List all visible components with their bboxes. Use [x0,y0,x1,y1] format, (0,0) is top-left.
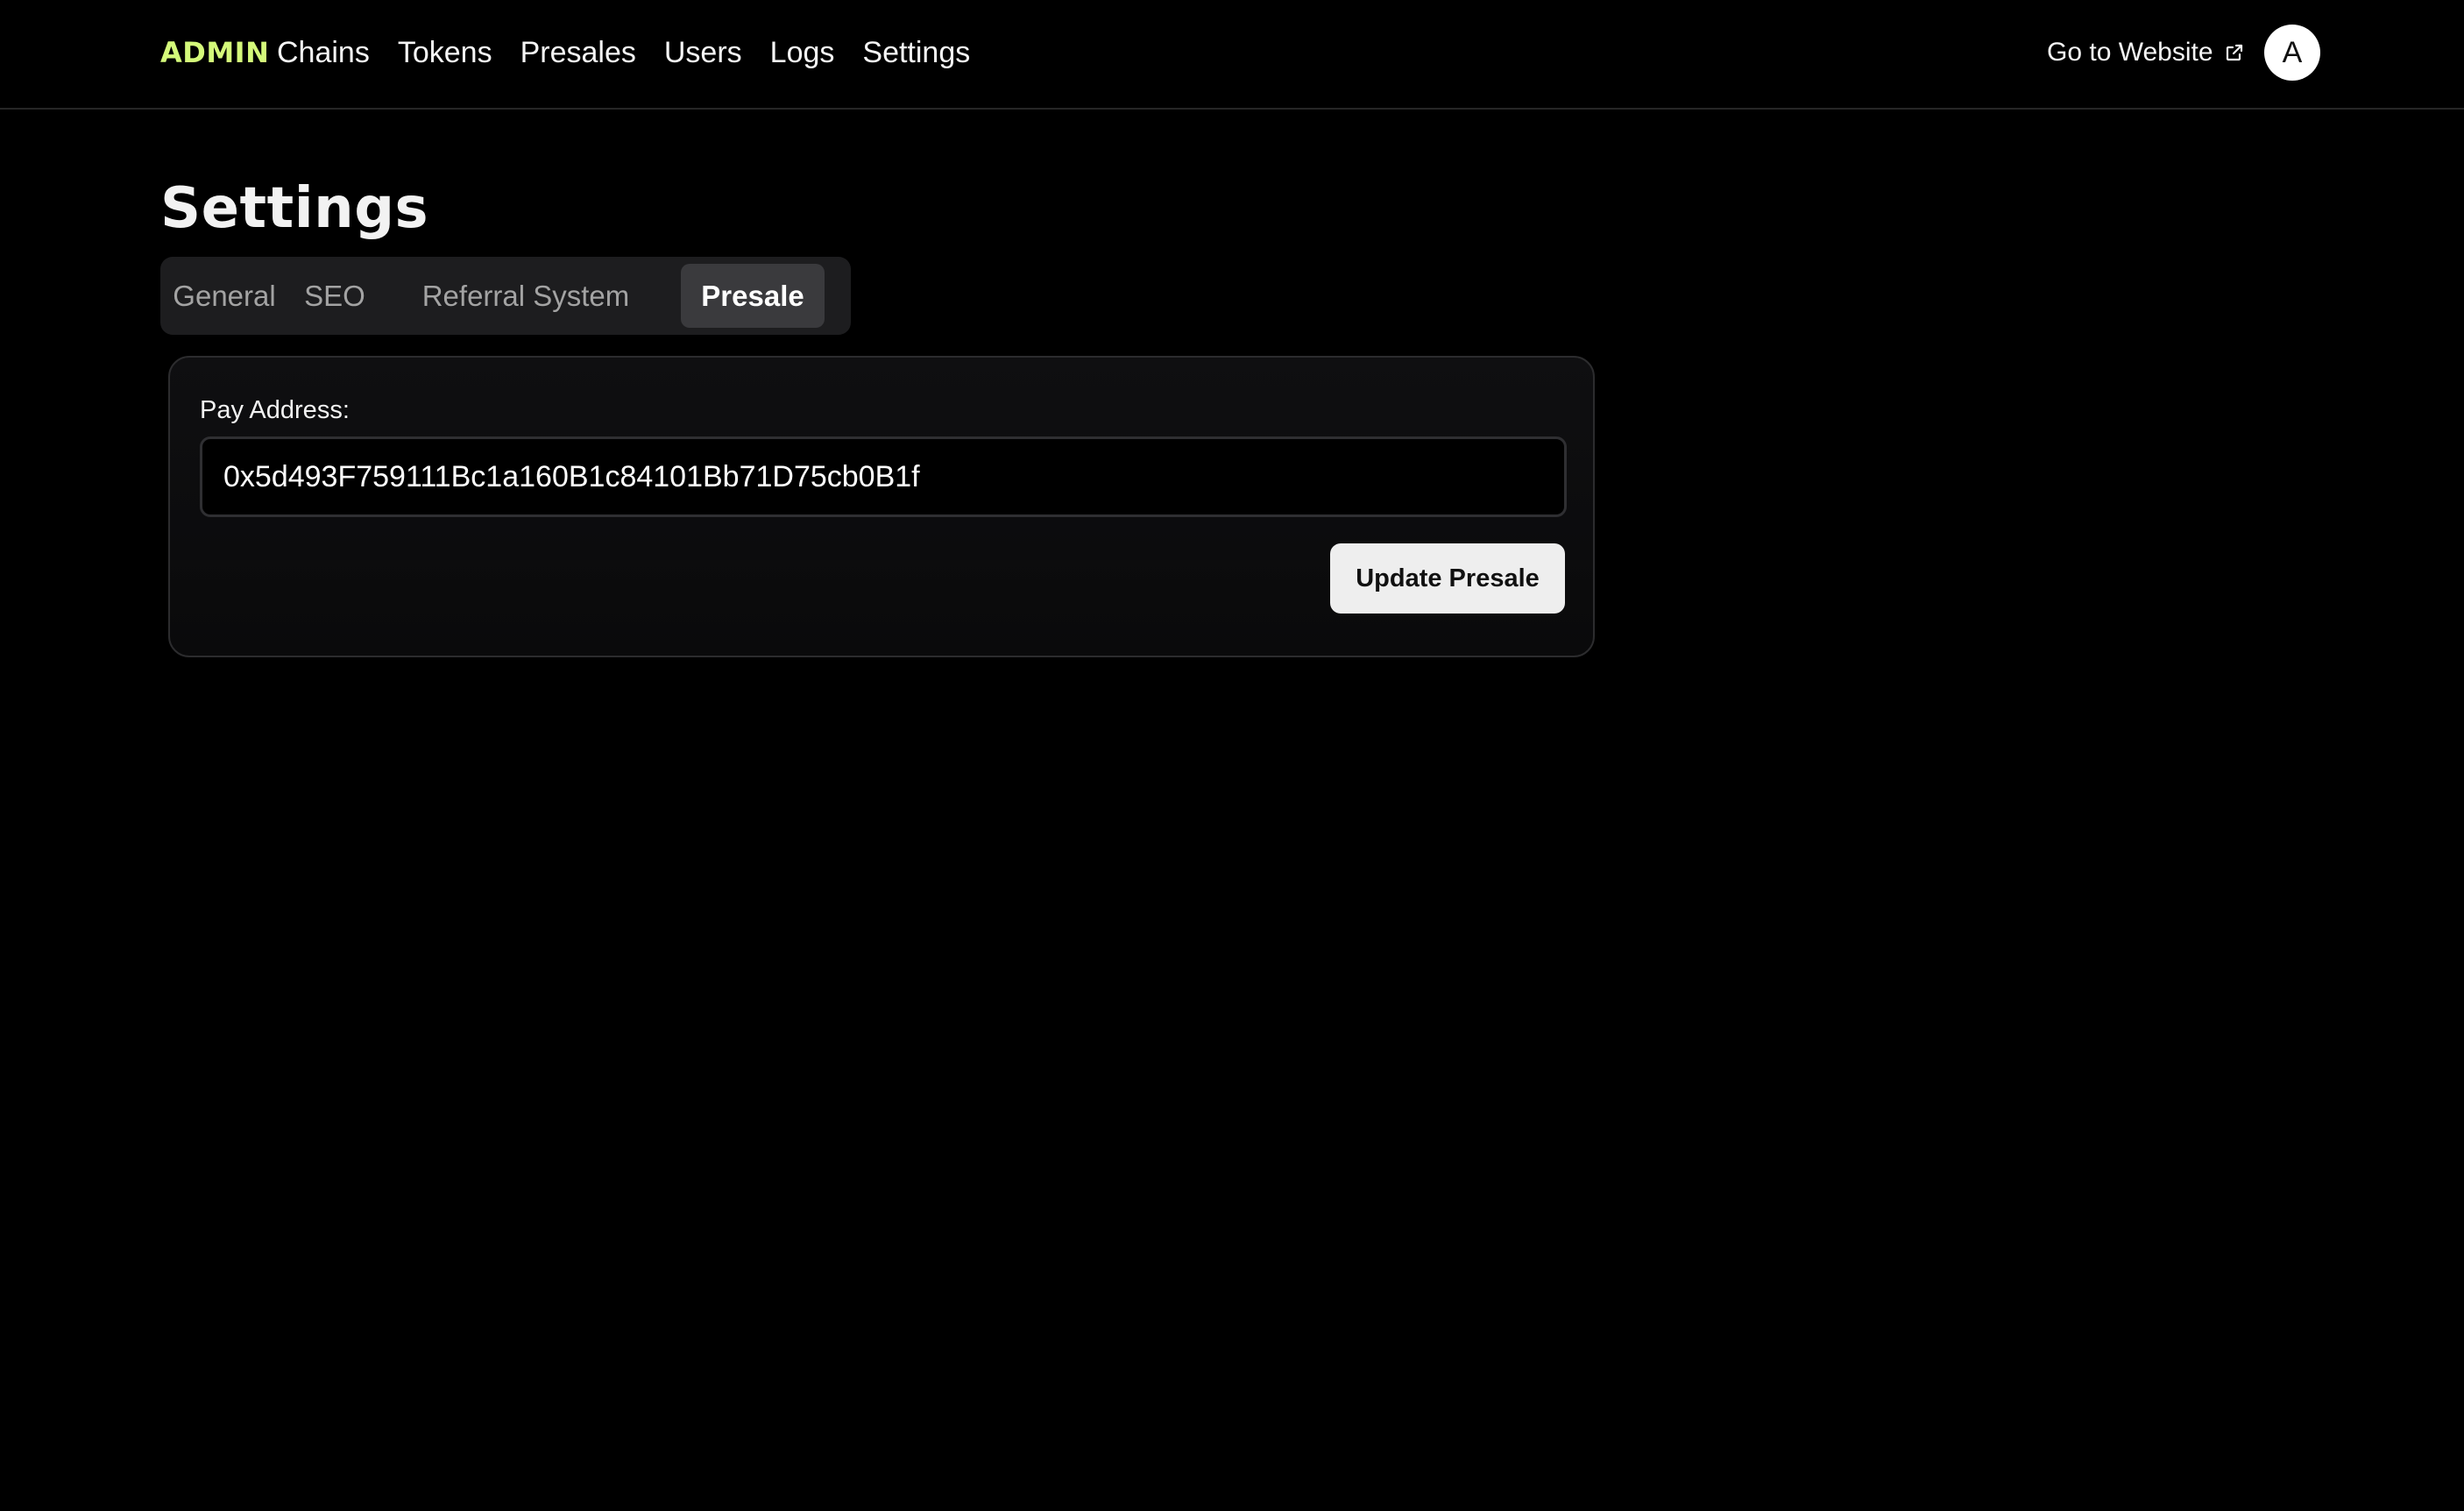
main-nav: Chains Tokens Presales Users Logs Settin… [277,32,998,74]
top-navbar: ADMIN Chains Tokens Presales Users Logs … [0,0,2464,110]
go-to-website-label: Go to Website [2047,38,2213,67]
page-title: Settings [160,176,429,241]
pay-address-label: Pay Address: [200,396,350,424]
tab-seo[interactable]: SEO [281,264,388,328]
pay-address-input[interactable] [200,436,1567,517]
admin-logo[interactable]: ADMIN [160,33,269,72]
update-presale-button[interactable]: Update Presale [1330,543,1565,614]
settings-tabs: General SEO Referral System Presale [160,257,851,335]
go-to-website-link[interactable]: Go to Website [2047,33,2245,72]
nav-item-tokens[interactable]: Tokens [398,32,492,74]
external-link-icon [2224,42,2245,63]
nav-item-logs[interactable]: Logs [770,32,835,74]
nav-item-users[interactable]: Users [664,32,742,74]
tab-presale[interactable]: Presale [681,264,825,328]
presale-settings-card: Pay Address: Update Presale [168,356,1595,657]
tab-referral-system[interactable]: Referral System [388,264,663,328]
nav-item-settings[interactable]: Settings [862,32,970,74]
nav-item-chains[interactable]: Chains [277,32,370,74]
nav-item-presales[interactable]: Presales [520,32,636,74]
tab-general[interactable]: General [167,264,281,328]
user-avatar[interactable]: A [2264,25,2320,81]
